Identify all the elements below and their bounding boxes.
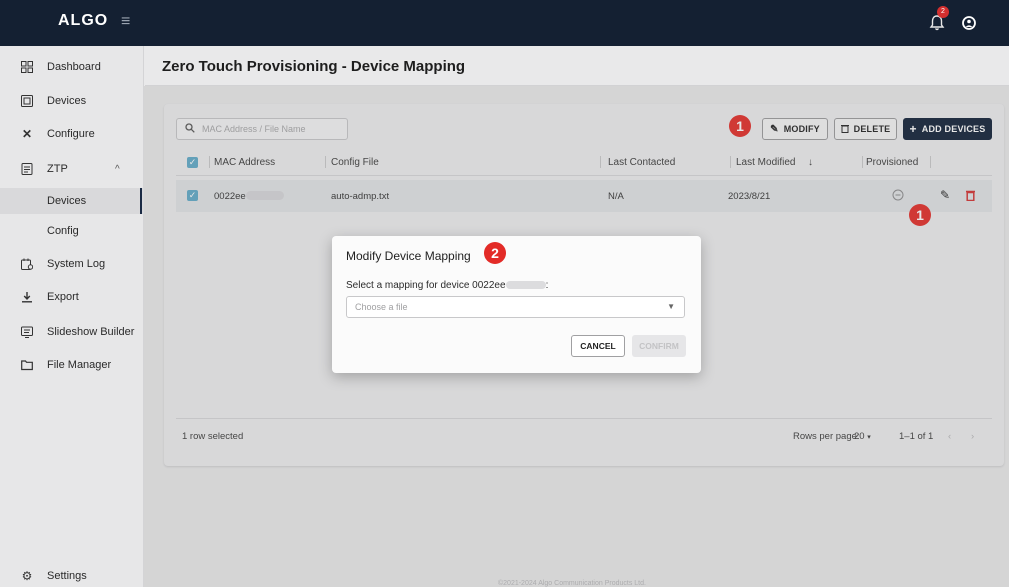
- export-icon: [20, 290, 34, 304]
- top-bar: ALGO ≡ 2: [0, 0, 1009, 46]
- chevron-up-icon: ^: [115, 163, 120, 175]
- config-file-select[interactable]: Choose a file ▼: [346, 296, 685, 318]
- dialog-label: Select a mapping for device 0022ee:: [346, 280, 549, 291]
- sidebar-item-ztp[interactable]: ZTP ^: [0, 156, 144, 182]
- callout-badge-2: 2: [484, 242, 506, 264]
- sidebar-item-ztp-devices[interactable]: Devices: [0, 188, 144, 214]
- dropdown-arrow-icon: ▼: [667, 302, 675, 311]
- dashboard-icon: [20, 60, 34, 74]
- dialog-title: Modify Device Mapping: [346, 249, 471, 263]
- sidebar-item-dashboard[interactable]: Dashboard: [0, 54, 144, 80]
- folder-icon: [20, 358, 34, 372]
- sidebar-item-system-log[interactable]: System Log: [0, 251, 144, 277]
- sidebar-item-ztp-config[interactable]: Config: [0, 218, 144, 244]
- sidebar-item-slideshow-builder[interactable]: Slideshow Builder: [0, 319, 144, 345]
- devices-icon: [20, 94, 34, 108]
- slideshow-icon: [20, 325, 34, 339]
- notification-badge: 2: [937, 6, 949, 18]
- account-icon[interactable]: [962, 15, 976, 31]
- sidebar-item-devices[interactable]: Devices: [0, 88, 144, 114]
- sidebar-item-configure[interactable]: ✕ Configure: [0, 121, 144, 147]
- sidebar: Dashboard Devices ✕ Configure ZTP ^ Devi…: [0, 46, 144, 587]
- select-placeholder: Choose a file: [355, 302, 408, 312]
- confirm-button[interactable]: CONFIRM: [632, 335, 686, 357]
- menu-icon[interactable]: ≡: [121, 13, 130, 31]
- tools-icon: ✕: [21, 127, 33, 141]
- redacted-mac: [505, 281, 546, 290]
- system-log-icon: [20, 257, 34, 271]
- sidebar-item-file-manager[interactable]: File Manager: [0, 352, 144, 378]
- algo-logo[interactable]: ALGO: [58, 12, 108, 30]
- sidebar-item-export[interactable]: Export: [0, 284, 144, 310]
- page-title: Zero Touch Provisioning - Device Mapping: [162, 58, 466, 75]
- ztp-icon: [20, 162, 34, 176]
- sidebar-item-settings[interactable]: ⚙ Settings: [0, 563, 144, 587]
- cancel-button[interactable]: CANCEL: [571, 335, 625, 357]
- gear-icon: ⚙: [21, 569, 33, 583]
